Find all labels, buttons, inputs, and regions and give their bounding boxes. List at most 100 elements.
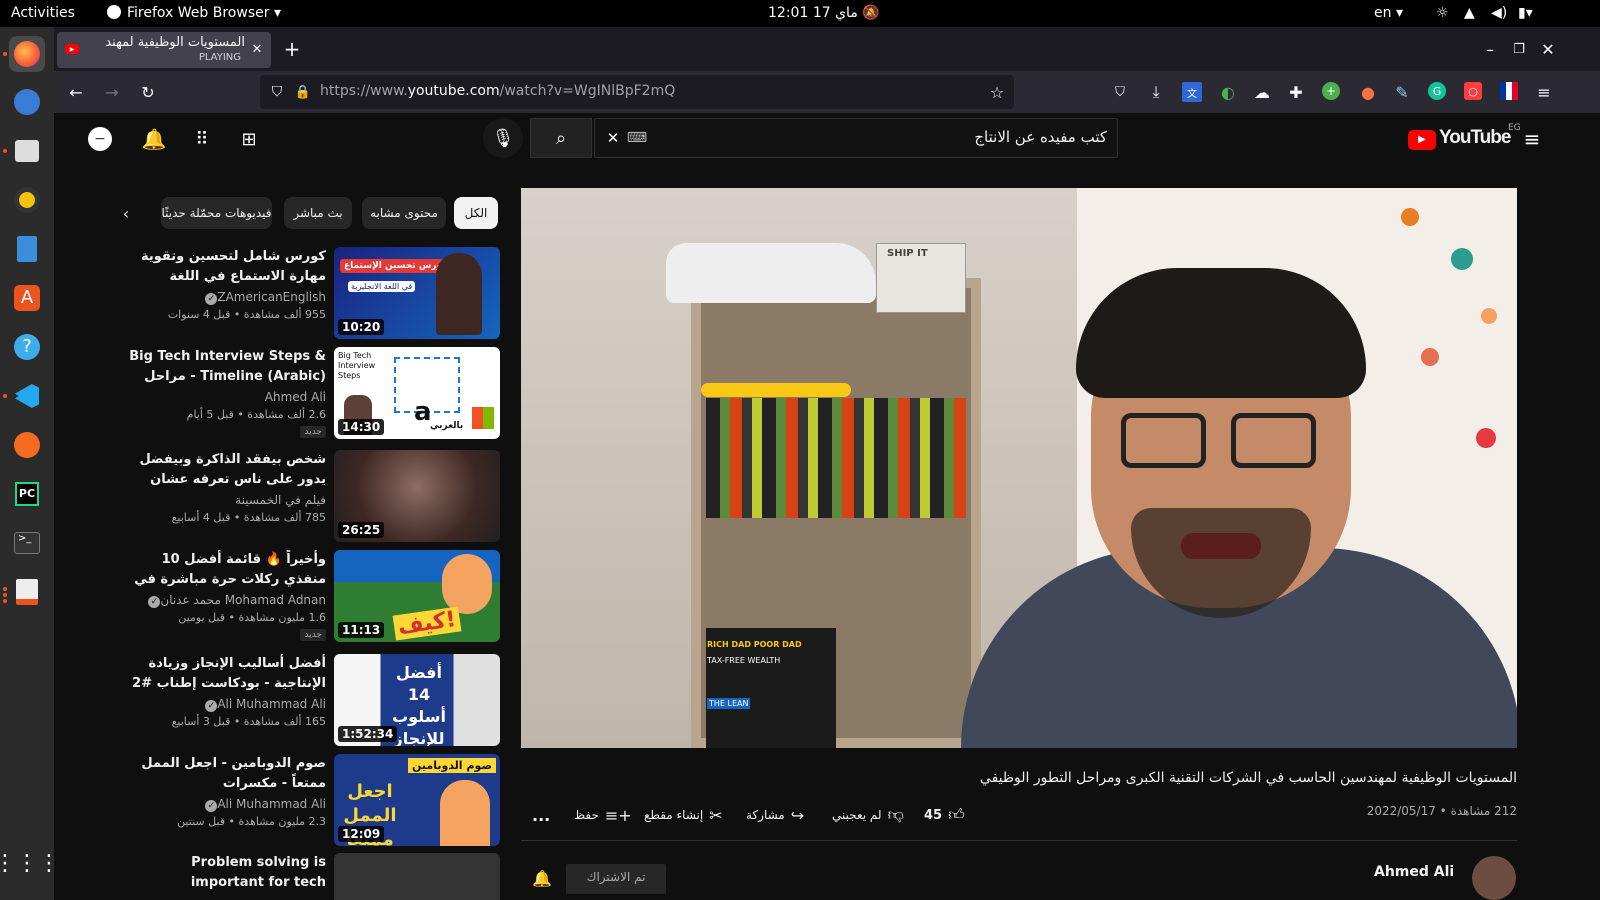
subscribed-button[interactable]: تم الاشتراك <box>566 864 666 894</box>
reload-icon[interactable]: ↻ <box>138 82 158 102</box>
lock-icon[interactable]: 🔒 <box>294 83 312 101</box>
list-item[interactable]: 26:25 شخص بيفقد الذاكرة وبيفضل يدور على … <box>114 450 500 542</box>
url-bar[interactable]: ⛉ 🔒 https://www.youtube.com/watch?v=WgIN… <box>260 75 1014 109</box>
language-indicator[interactable]: en ▾ <box>1374 5 1403 21</box>
recommendation-title[interactable]: وأخيراً 🔥 قائمة أفضل 10 منفذي ركلات حرة … <box>116 550 326 590</box>
list-item[interactable]: أفضل 14 أسلوب للإنجاز 1:52:34 أفضل أسالي… <box>114 654 500 746</box>
forward-icon[interactable]: → <box>102 82 122 102</box>
firefox-dock-icon[interactable] <box>9 36 45 72</box>
search-button[interactable]: ⌕ <box>530 118 592 158</box>
vscode-icon[interactable] <box>9 378 45 414</box>
clip-button[interactable]: إنشاء مقطع ✂ <box>644 805 723 825</box>
minimize-icon[interactable]: – <box>1480 39 1500 59</box>
channel-name[interactable]: فيلم في الخمسينة <box>235 493 326 507</box>
like-button[interactable]: 45 👍︎ <box>924 805 965 825</box>
battery-icon[interactable]: ▮▾ <box>1518 5 1533 21</box>
recommendation-title[interactable]: Big Tech Interview Steps & Timeline (Ara… <box>116 347 326 387</box>
chip-related[interactable]: محتوى مشابه <box>362 197 446 229</box>
extension-circle-icon[interactable]: ◐ <box>1218 82 1238 102</box>
drawing-icon[interactable] <box>9 427 45 463</box>
clock[interactable]: ماي 17 12:01 <box>768 5 858 21</box>
list-item[interactable]: كيف! 11:13 وأخيراً 🔥 قائمة أفضل 10 منفذي… <box>114 550 500 642</box>
avatar[interactable]: − <box>88 127 112 151</box>
recommendation-title[interactable]: Problem solving is important for tech co… <box>116 853 326 893</box>
recommendation-title[interactable]: صوم الدوبامين - اجعل الممل ممتعاً - مكسر… <box>116 754 326 794</box>
show-apps-icon[interactable]: ⋮⋮⋮ <box>0 845 60 881</box>
extension-record-icon[interactable]: ○ <box>1464 82 1482 100</box>
close-window-icon[interactable]: ✕ <box>1538 39 1558 59</box>
extensions-puzzle-icon[interactable]: ✚ <box>1286 82 1306 102</box>
search-query[interactable]: كتب مفيده عن الانتاج <box>974 128 1107 146</box>
channel-name[interactable]: Ali Muhammad Ali✓ <box>201 697 326 712</box>
terminal-icon[interactable]: >_ <box>9 525 45 561</box>
save-button[interactable]: حفظ ≡+ <box>574 805 632 825</box>
more-actions-button[interactable]: ... <box>532 805 550 825</box>
thunderbird-icon[interactable] <box>9 84 45 120</box>
video-thumbnail[interactable] <box>334 853 500 900</box>
app-menu-icon[interactable]: ≡ <box>1534 82 1554 102</box>
brightness-icon[interactable]: ☼ <box>1436 5 1449 21</box>
youtube-logo[interactable]: ▶ YouTube EG <box>1408 123 1521 151</box>
document-viewer-icon[interactable] <box>9 574 45 610</box>
channel-name[interactable]: Ahmed Ali <box>265 390 326 404</box>
video-thumbnail[interactable]: كورس تحسين الإستماع في اللغة الانجليزية … <box>334 247 500 339</box>
extension-drop-icon[interactable]: ● <box>1358 82 1378 102</box>
extension-flag-icon[interactable] <box>1500 82 1518 100</box>
video-thumbnail[interactable]: كيف! 11:13 <box>334 550 500 642</box>
extension-mask-icon[interactable]: ☁ <box>1252 82 1272 102</box>
bookmark-star-icon[interactable]: ☆ <box>988 83 1006 102</box>
video-thumbnail[interactable]: أفضل 14 أسلوب للإنجاز 1:52:34 <box>334 654 500 746</box>
close-tab-icon[interactable]: ✕ <box>249 41 265 57</box>
apps-grid-icon[interactable]: ⠿ <box>190 127 214 151</box>
channel-avatar[interactable] <box>1472 856 1516 900</box>
writer-icon[interactable] <box>9 231 45 267</box>
list-item[interactable]: صوم الدوبامين اجعل الممل ممتعاً 12:09 صو… <box>114 754 500 846</box>
clear-search-icon[interactable]: ✕ <box>603 128 623 148</box>
list-item[interactable]: كورس تحسين الإستماع في اللغة الانجليزية … <box>114 247 500 339</box>
url-text[interactable]: https://www.youtube.com/watch?v=WgINlBpF… <box>320 83 675 99</box>
keyboard-icon[interactable]: ⌨ <box>627 129 647 147</box>
search-input[interactable]: ✕ ⌨ كتب مفيده عن الانتاج <box>594 118 1118 158</box>
back-icon[interactable]: ← <box>66 82 86 102</box>
video-player[interactable]: RICH DAD POOR DAD TAX-FREE WEALTH THE LE… <box>521 188 1517 748</box>
chip-live[interactable]: بث مباشر <box>284 197 352 229</box>
pycharm-icon[interactable]: PC <box>9 476 45 512</box>
chip-all[interactable]: الكل <box>454 197 498 229</box>
video-thumbnail[interactable]: 26:25 <box>334 450 500 542</box>
list-item[interactable]: Problem solving is important for tech co… <box>114 853 500 900</box>
new-tab-icon[interactable]: + <box>282 37 302 61</box>
files-icon[interactable] <box>9 133 45 169</box>
downloads-icon[interactable]: ⤓ <box>1146 82 1166 102</box>
volume-icon[interactable]: ◀) <box>1491 5 1507 21</box>
dislike-button[interactable]: لم يعجبني 👎︎ <box>832 805 904 825</box>
recommendation-title[interactable]: أفضل أساليب الإنجاز وزيادة الإنتاجية - ب… <box>116 654 326 694</box>
chevron-left-icon[interactable]: ‹ <box>118 204 134 223</box>
create-video-icon[interactable]: ⊞ <box>236 127 262 151</box>
guide-menu-icon[interactable]: ≡ <box>1520 127 1544 151</box>
recommendation-title[interactable]: كورس شامل لتحسين وتقوية مهارة الاستماع ف… <box>116 247 326 287</box>
wifi-icon[interactable]: ▲ <box>1464 5 1475 21</box>
tab-youtube[interactable]: ▶ المستويات الوظيفية لمهند PLAYING ✕ <box>57 32 271 68</box>
notifications-muted-icon[interactable]: 🔕 <box>862 5 879 21</box>
recommendation-title[interactable]: شخص بيفقد الذاكرة وبيفضل يدور على ناس تع… <box>116 450 326 490</box>
channel-name[interactable]: ZAmericanEnglish✓ <box>201 290 326 305</box>
notification-bell-icon[interactable]: 🔔 <box>532 868 552 888</box>
extension-pen-icon[interactable]: ✎ <box>1392 82 1412 102</box>
notifications-bell-icon[interactable]: 🔔 <box>142 127 167 151</box>
grammarly-icon[interactable]: G <box>1428 82 1446 100</box>
channel-name[interactable]: Ali Muhammad Ali✓ <box>201 797 326 812</box>
share-button[interactable]: مشاركة ↪ <box>746 805 804 825</box>
tracking-shield-icon[interactable]: ⛉ <box>268 83 286 101</box>
channel-name[interactable]: Ahmed Ali <box>1374 864 1454 880</box>
video-thumbnail[interactable]: صوم الدوبامين اجعل الممل ممتعاً 12:09 <box>334 754 500 846</box>
rhythmbox-icon[interactable] <box>9 182 45 218</box>
list-item[interactable]: Big Tech Interview Steps a بالعربي 14:30… <box>114 347 500 439</box>
translate-extension-icon[interactable]: 文 <box>1182 82 1202 102</box>
extension-plus-icon[interactable]: + <box>1322 82 1340 100</box>
video-thumbnail[interactable]: Big Tech Interview Steps a بالعربي 14:30 <box>334 347 500 439</box>
channel-name[interactable]: Mohamad Adnan محمد عدنان✓ <box>144 593 326 608</box>
app-menu[interactable]: Firefox Web Browser ▾ <box>107 5 281 21</box>
software-icon[interactable]: A <box>9 280 45 316</box>
help-icon[interactable]: ? <box>9 329 45 365</box>
pocket-icon[interactable]: ⛉ <box>1110 82 1130 102</box>
